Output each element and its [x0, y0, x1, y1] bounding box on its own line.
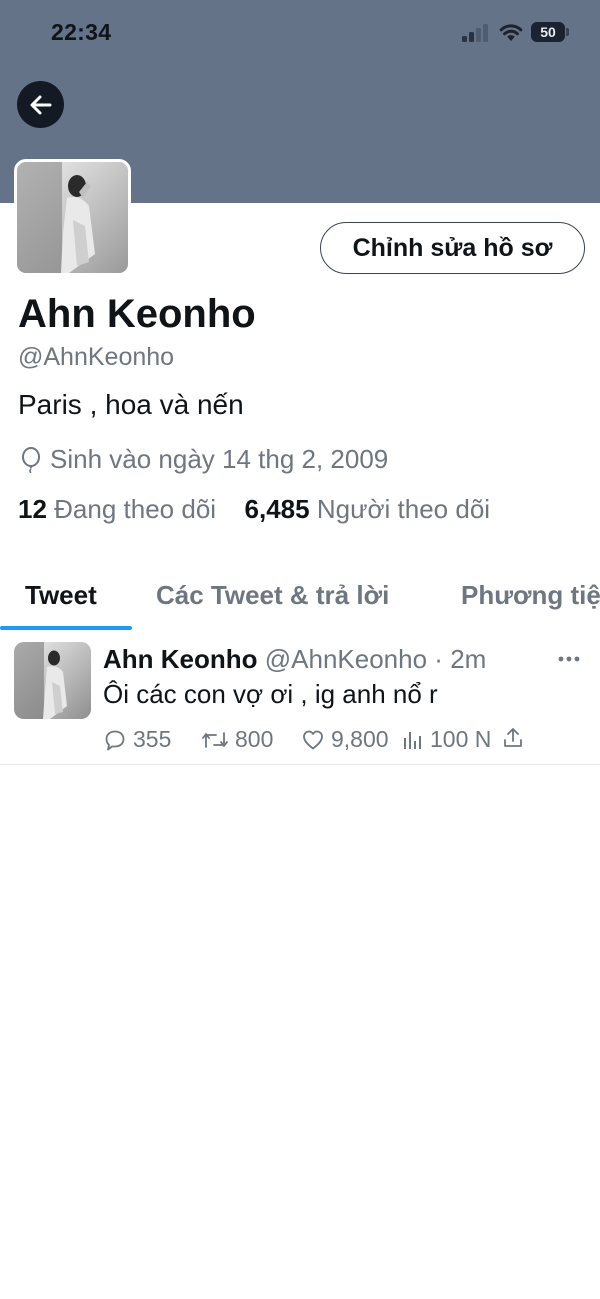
tweet-text: Ôi các con vợ ơi , ig anh nổ r — [103, 679, 438, 709]
views-count: 100 N — [430, 726, 492, 752]
share-button[interactable] — [501, 726, 531, 750]
following-label: Đang theo dõi — [54, 494, 217, 524]
tab-tweets-and-replies[interactable]: Các Tweet & trả lời — [156, 580, 389, 611]
edit-profile-button[interactable]: Chỉnh sửa hồ sơ — [320, 222, 585, 274]
tab-tweet[interactable]: Tweet — [25, 580, 97, 611]
battery-level: 50 — [540, 24, 556, 40]
share-icon — [504, 728, 522, 747]
retweet-button[interactable]: 800 — [201, 726, 273, 753]
signal-icon — [462, 24, 490, 42]
profile-bio: Paris , hoa và nến — [18, 389, 244, 420]
profile-display-name: Ahn Keonho — [18, 292, 256, 336]
followers-link[interactable]: 6,485 Người theo dõi — [245, 494, 491, 524]
status-bar: 22:34 50 — [0, 0, 600, 64]
followers-count: 6,485 — [244, 494, 310, 524]
back-arrow-icon — [30, 95, 51, 114]
tweet-actions: 355 800 9,800 100 N — [103, 726, 583, 756]
balloon-icon — [22, 446, 40, 473]
tweet-time: 2m — [450, 644, 487, 674]
status-time: 22:34 — [51, 19, 112, 45]
back-button[interactable] — [17, 81, 64, 128]
retweet-count: 800 — [235, 726, 274, 752]
views-button[interactable]: 100 N — [402, 726, 491, 753]
tweet-author-name[interactable]: Ahn Keonho — [103, 644, 258, 674]
tweet-avatar[interactable] — [14, 642, 91, 719]
profile-avatar[interactable] — [14, 159, 131, 276]
profile-handle: @AhnKeonho — [18, 343, 175, 371]
like-count: 9,800 — [331, 726, 389, 752]
more-icon[interactable] — [556, 654, 582, 664]
reply-icon — [105, 730, 125, 750]
birth-date-row: Sinh vào ngày 14 thg 2, 2009 — [20, 444, 388, 475]
like-icon — [303, 730, 323, 749]
reply-count: 355 — [133, 726, 172, 752]
profile-tabs: Tweet Các Tweet & trả lời Phương tiệ — [0, 560, 600, 632]
follow-stats: 12 Đang theo dõi 6,485 Người theo dõi — [18, 494, 490, 525]
battery-icon: 50 — [531, 22, 569, 42]
tweet-separator: · — [434, 644, 443, 674]
birth-date-text: Sinh vào ngày 14 thg 2, 2009 — [50, 444, 389, 474]
like-button[interactable]: 9,800 — [301, 726, 389, 753]
tweet-header: Ahn Keonho @AhnKeonho · 2m — [103, 644, 486, 675]
following-count: 12 — [18, 494, 47, 524]
views-icon — [404, 731, 421, 749]
followers-label: Người theo dõi — [316, 494, 491, 524]
tab-media[interactable]: Phương tiệ — [461, 580, 600, 611]
tweet-author-handle[interactable]: @AhnKeonho — [265, 644, 427, 674]
retweet-icon — [202, 731, 228, 748]
wifi-icon — [499, 24, 523, 41]
active-tab-indicator — [0, 626, 132, 630]
reply-button[interactable]: 355 — [103, 726, 171, 753]
tweet-item[interactable]: Ahn Keonho @AhnKeonho · 2m Ôi các con vợ… — [0, 632, 600, 765]
following-link[interactable]: 12 Đang theo dõi — [18, 494, 216, 524]
